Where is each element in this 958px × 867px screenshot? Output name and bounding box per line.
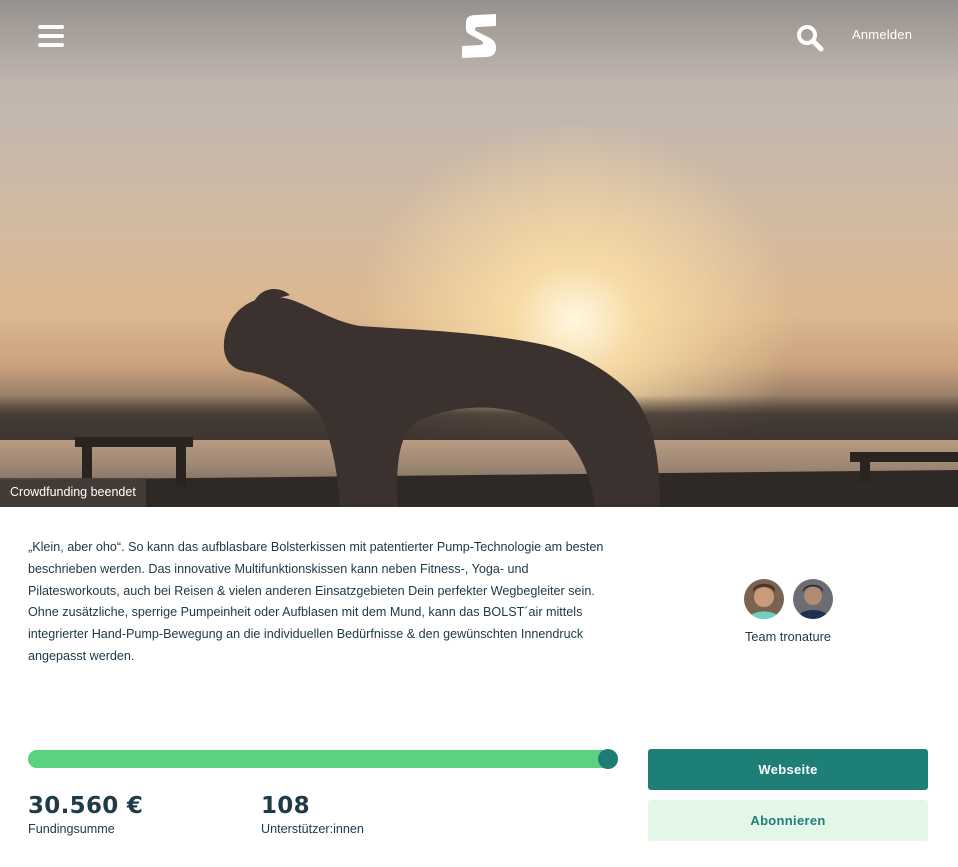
project-description: „Klein, aber oho“. So kann das aufblasba… (28, 540, 604, 663)
avatar[interactable] (744, 579, 784, 619)
funding-progress-bar (28, 749, 618, 769)
supporters-label: Unterstützer:innen (261, 822, 364, 836)
top-navigation: Anmelden (0, 0, 958, 72)
supporters-count: 108 (261, 793, 310, 819)
funding-amount-label: Fundingsumme (28, 822, 115, 836)
menu-icon[interactable] (38, 25, 64, 48)
funding-stat: 30.560 € Fundingsumme (28, 792, 143, 836)
website-button[interactable]: Webseite (648, 749, 928, 790)
progress-fill (28, 750, 618, 768)
search-icon[interactable] (796, 24, 824, 52)
status-badge: Crowdfunding beendet (0, 478, 146, 507)
progress-knob (598, 749, 618, 769)
team-block[interactable]: Team tronature (738, 579, 838, 644)
subscribe-button[interactable]: Abonnieren (648, 800, 928, 841)
login-link[interactable]: Anmelden (852, 27, 912, 42)
hero-image (0, 0, 958, 507)
funding-amount: 30.560 € (28, 793, 144, 819)
logo-icon[interactable] (460, 14, 498, 58)
avatar[interactable] (793, 579, 833, 619)
team-name[interactable]: Team tronature (738, 629, 838, 644)
supporters-stat: 108 Unterstützer:innen (261, 792, 364, 836)
team-avatars (738, 579, 838, 619)
